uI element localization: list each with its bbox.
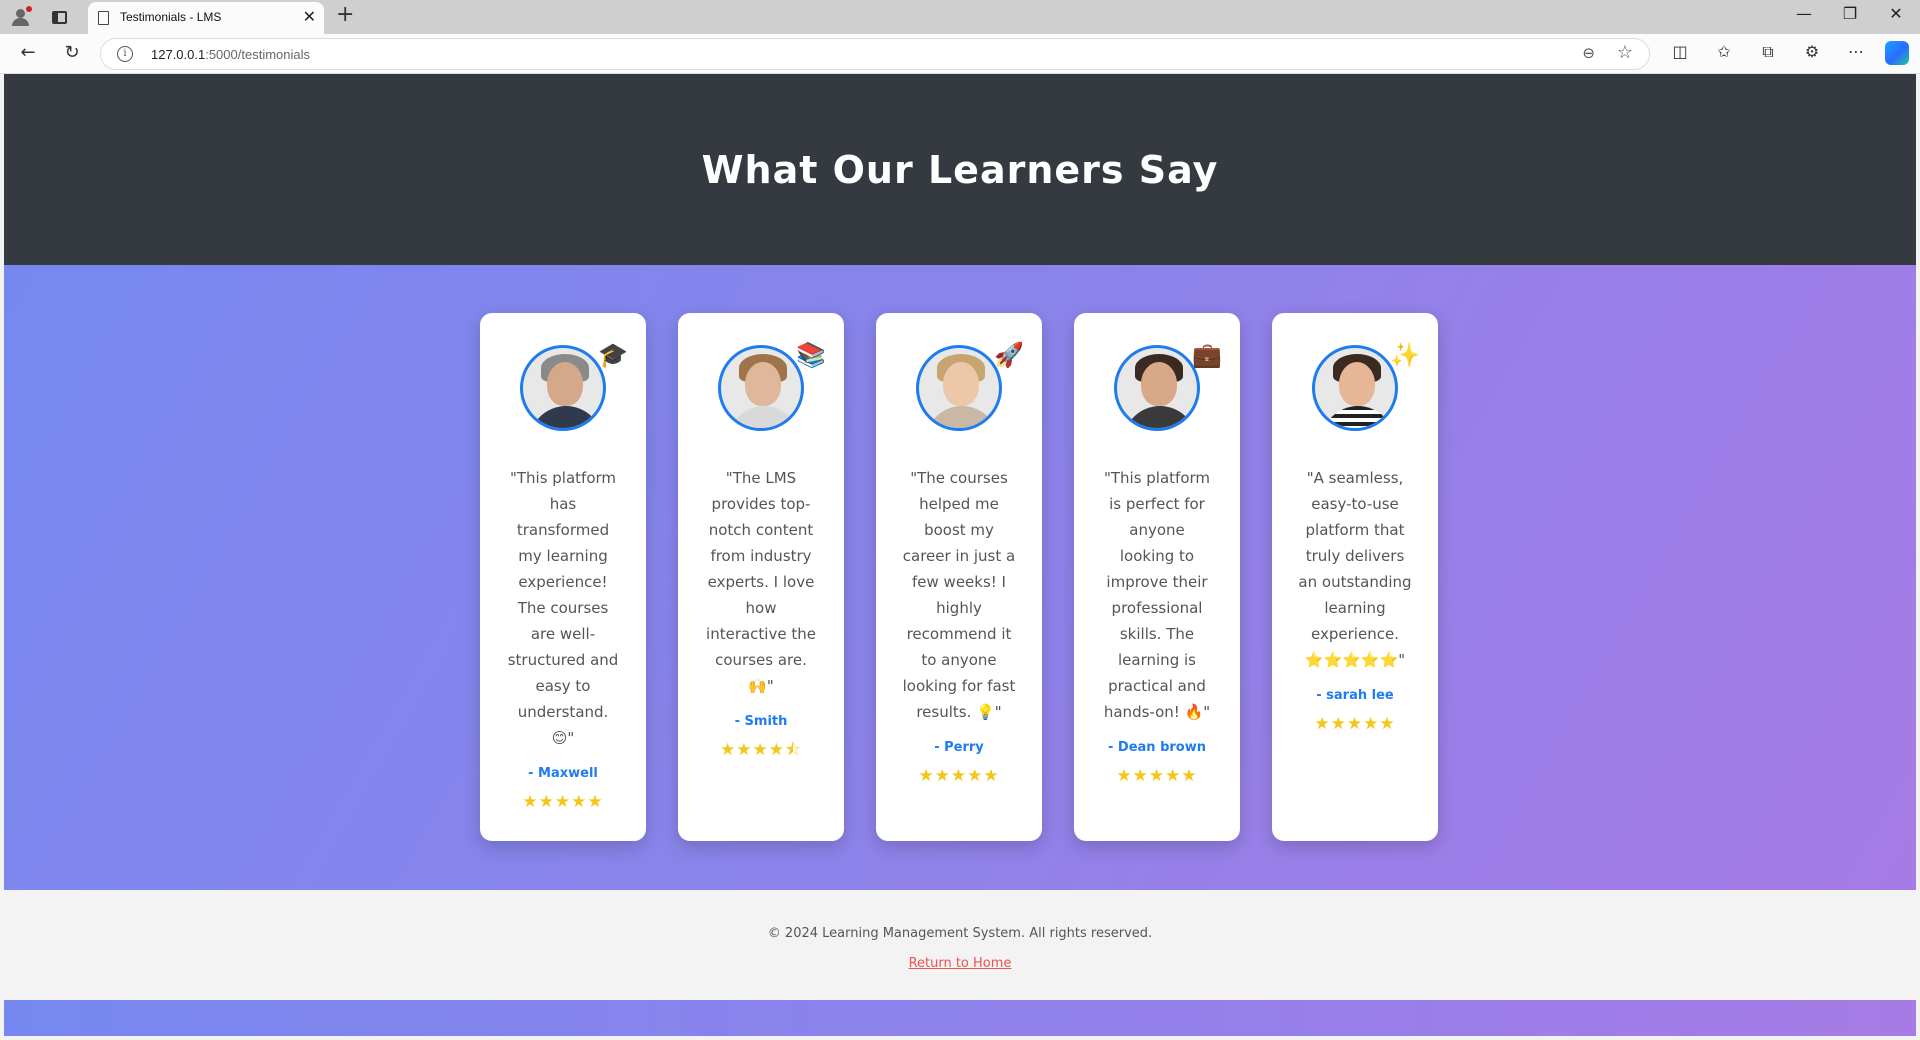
testimonial-text: "The courses helped me boost my career i… — [902, 469, 1016, 786]
extensions-icon[interactable]: ⚙ — [1798, 42, 1826, 61]
favorite-star-icon[interactable]: ☆ — [1617, 42, 1633, 63]
testimonial-author: - Perry — [934, 740, 984, 755]
testimonial-text: "This platform has transformed my learni… — [507, 469, 619, 812]
books-icon: 📚 — [796, 341, 826, 369]
star-rating: ★★★★★ — [1314, 714, 1396, 734]
browser-tab-bar: Testimonials - LMS ✕ + — ❐ ✕ — [0, 0, 1920, 34]
close-tab-icon[interactable]: ✕ — [303, 7, 316, 26]
testimonial-text: "The LMS provides top-notch content from… — [704, 465, 818, 761]
testimonial-author: - Smith — [734, 714, 788, 729]
page-title: What Our Learners Say — [701, 147, 1219, 192]
return-home-link[interactable]: Return to Home — [4, 956, 1916, 971]
tab-actions-icon[interactable] — [46, 5, 72, 29]
star-rating: ★★★★⯪ — [719, 740, 803, 760]
rocket-icon: 🚀 — [994, 341, 1024, 369]
page-icon — [98, 11, 109, 25]
new-tab-icon[interactable]: + — [336, 2, 354, 27]
sparkles-icon: ✨ — [1390, 341, 1420, 369]
restore-icon[interactable]: ❐ — [1830, 4, 1870, 23]
testimonial-card: 📚 "The LMS provides top-notch content fr… — [678, 313, 844, 841]
avatar — [1312, 345, 1398, 431]
testimonial-author: - sarah lee — [1316, 688, 1394, 703]
copilot-icon[interactable] — [1885, 41, 1909, 65]
site-info-icon[interactable]: i — [117, 46, 133, 62]
zoom-icon[interactable]: ⊖ — [1582, 44, 1595, 62]
graduation-cap-icon: 🎓 — [598, 341, 628, 369]
star-rating: ★★★★★ — [1116, 766, 1198, 786]
testimonial-text: "A seamless, easy-to-use platform that t… — [1298, 469, 1412, 734]
collections-icon[interactable]: ⧉ — [1754, 42, 1782, 62]
testimonial-card: 💼 "This platform is perfect for anyone l… — [1074, 313, 1240, 841]
url-field[interactable]: i 127.0.0.1:5000/testimonials ⊖ ☆ — [100, 38, 1650, 70]
testimonial-card: 🚀 "The courses helped me boost my career… — [876, 313, 1042, 841]
split-screen-icon[interactable]: ◫ — [1666, 42, 1694, 61]
bottom-gradient-strip — [4, 1000, 1916, 1036]
back-icon[interactable]: ← — [14, 42, 42, 63]
testimonial-cards: 🎓 "This platform has transformed my lear… — [480, 313, 1438, 841]
avatar — [520, 345, 606, 431]
close-window-icon[interactable]: ✕ — [1876, 4, 1916, 23]
testimonial-author: - Maxwell — [528, 766, 598, 781]
profile-icon[interactable] — [8, 5, 34, 29]
star-rating: ★★★★★ — [522, 792, 604, 812]
testimonial-card: ✨ "A seamless, easy-to-use platform that… — [1272, 313, 1438, 841]
testimonial-author: - Dean brown — [1108, 740, 1206, 755]
favorites-icon[interactable]: ✩ — [1710, 42, 1738, 61]
testimonials-section: 🎓 "This platform has transformed my lear… — [4, 265, 1916, 890]
more-menu-icon[interactable]: ⋯ — [1842, 42, 1870, 61]
url-text: 127.0.0.1:5000/testimonials — [151, 47, 310, 62]
page-footer: © 2024 Learning Management System. All r… — [4, 890, 1916, 1000]
refresh-icon[interactable]: ↻ — [58, 42, 86, 63]
minimize-icon[interactable]: — — [1784, 4, 1824, 23]
testimonial-text: "This platform is perfect for anyone loo… — [1100, 465, 1214, 787]
avatar — [1114, 345, 1200, 431]
briefcase-icon: 💼 — [1192, 341, 1222, 369]
address-bar: ← ↻ i 127.0.0.1:5000/testimonials ⊖ ☆ ◫ … — [0, 34, 1920, 74]
hero-header: What Our Learners Say — [4, 74, 1916, 265]
testimonial-card: 🎓 "This platform has transformed my lear… — [480, 313, 646, 841]
page-viewport: What Our Learners Say 🎓 "This platform h… — [4, 74, 1916, 1036]
avatar — [916, 345, 1002, 431]
copyright-text: © 2024 Learning Management System. All r… — [767, 926, 1153, 941]
avatar — [718, 345, 804, 431]
star-rating: ★★★★★ — [918, 766, 1000, 786]
tab-title: Testimonials - LMS — [120, 10, 222, 24]
browser-tab[interactable]: Testimonials - LMS ✕ — [88, 2, 324, 34]
